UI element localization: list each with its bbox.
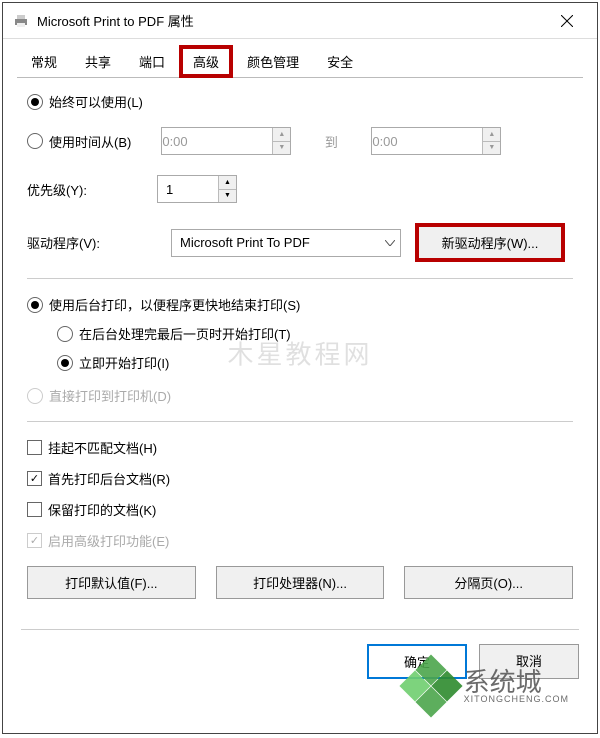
dialog-footer: 确定 取消 [3, 644, 597, 693]
spin-down[interactable]: ▼ [483, 142, 500, 155]
radio-icon [27, 297, 43, 313]
radio-icon [57, 355, 73, 371]
checkbox-label: 首先打印后台文档(R) [48, 469, 170, 488]
spin-up[interactable]: ▲ [219, 176, 236, 190]
radio-start-after-last[interactable]: 在后台处理完最后一页时开始打印(T) [57, 324, 573, 343]
radio-label: 使用后台打印，以便程序更快地结束打印(S) [49, 295, 300, 314]
dialog-title: Microsoft Print to PDF 属性 [37, 11, 547, 30]
radio-start-immediately[interactable]: 立即开始打印(I) [57, 353, 573, 372]
time-value: 0:00 [162, 134, 187, 149]
properties-dialog: Microsoft Print to PDF 属性 常规 共享 端口 高级 颜色… [2, 2, 598, 734]
driver-dropdown[interactable]: Microsoft Print To PDF [171, 229, 401, 257]
priority-label: 优先级(Y): [27, 180, 127, 199]
time-to-input[interactable]: 0:00 ▲▼ [371, 127, 501, 155]
ok-button[interactable]: 确定 [367, 644, 467, 679]
radio-label: 在后台处理完最后一页时开始打印(T) [79, 324, 291, 343]
dropdown-value: Microsoft Print To PDF [172, 235, 380, 250]
tab-security[interactable]: 安全 [313, 45, 367, 78]
check-hold-mismatch[interactable]: 挂起不匹配文档(H) [27, 438, 573, 457]
titlebar: Microsoft Print to PDF 属性 [3, 3, 597, 39]
time-value: 0:00 [372, 134, 397, 149]
check-advanced-features: 启用高级打印功能(E) [27, 531, 573, 550]
radio-label: 直接打印到打印机(D) [49, 386, 171, 405]
separator-page-button[interactable]: 分隔页(O)... [404, 566, 573, 599]
radio-label: 使用时间从(B) [49, 132, 131, 151]
printer-icon [13, 13, 29, 29]
separator [27, 421, 573, 422]
radio-print-direct: 直接打印到打印机(D) [27, 386, 573, 405]
radio-icon [57, 326, 73, 342]
time-from-input[interactable]: 0:00 ▲▼ [161, 127, 291, 155]
radio-available-from[interactable]: 使用时间从(B) [27, 132, 131, 151]
radio-always-available[interactable]: 始终可以使用(L) [27, 92, 573, 111]
check-print-spooled-first[interactable]: 首先打印后台文档(R) [27, 469, 573, 488]
checkbox-label: 启用高级打印功能(E) [48, 531, 169, 550]
tab-general[interactable]: 常规 [17, 45, 71, 78]
separator [27, 278, 573, 279]
checkbox-label: 保留打印的文档(K) [48, 500, 156, 519]
spin-up[interactable]: ▲ [483, 128, 500, 142]
tab-sharing[interactable]: 共享 [71, 45, 125, 78]
cancel-button[interactable]: 取消 [479, 644, 579, 679]
checkbox-icon [27, 502, 42, 517]
radio-spool[interactable]: 使用后台打印，以便程序更快地结束打印(S) [27, 295, 573, 314]
footer-separator [21, 629, 579, 630]
driver-label: 驱动程序(V): [27, 233, 127, 252]
radio-icon [27, 94, 43, 110]
spin-down[interactable]: ▼ [219, 190, 236, 203]
tab-color[interactable]: 颜色管理 [233, 45, 313, 78]
checkbox-label: 挂起不匹配文档(H) [48, 438, 157, 457]
spin-down[interactable]: ▼ [273, 142, 290, 155]
print-processor-button[interactable]: 打印处理器(N)... [216, 566, 385, 599]
priority-input[interactable]: 1 ▲▼ [157, 175, 237, 203]
radio-icon [27, 388, 43, 404]
radio-icon [27, 133, 43, 149]
watermark-url: XITONGCHENG.COM [464, 695, 569, 704]
spin-up[interactable]: ▲ [273, 128, 290, 142]
radio-label: 立即开始打印(I) [79, 353, 169, 372]
checkbox-icon [27, 440, 42, 455]
radio-label: 始终可以使用(L) [49, 92, 143, 111]
tab-ports[interactable]: 端口 [125, 45, 179, 78]
priority-value: 1 [158, 182, 218, 197]
chevron-down-icon[interactable] [380, 230, 400, 256]
checkbox-icon [27, 533, 42, 548]
tab-strip: 常规 共享 端口 高级 颜色管理 安全 [3, 39, 597, 78]
tab-advanced[interactable]: 高级 [179, 45, 233, 78]
new-driver-button[interactable]: 新驱动程序(W)... [415, 223, 565, 262]
to-label: 到 [321, 132, 341, 151]
printing-defaults-button[interactable]: 打印默认值(F)... [27, 566, 196, 599]
tab-content: 始终可以使用(L) 使用时间从(B) 0:00 ▲▼ 到 0:00 ▲▼ 优先 [3, 78, 597, 629]
check-keep-docs[interactable]: 保留打印的文档(K) [27, 500, 573, 519]
close-button[interactable] [547, 3, 587, 39]
checkbox-icon [27, 471, 42, 486]
